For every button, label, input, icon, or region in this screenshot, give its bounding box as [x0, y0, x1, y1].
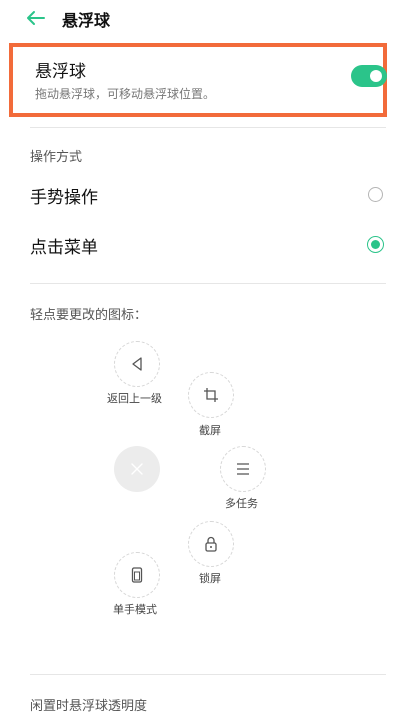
- back-icon-caption: 返回上一级: [107, 392, 162, 405]
- lock-icon-caption: 锁屏: [199, 572, 221, 585]
- tap-menu-radio[interactable]: [367, 236, 384, 253]
- radio-selected-dot: [371, 240, 380, 249]
- gesture-radio[interactable]: [368, 187, 383, 202]
- opacity-section-label: 闲置时悬浮球透明度: [30, 699, 148, 714]
- one-hand-mode-icon-button[interactable]: [114, 552, 160, 598]
- back-icon-button[interactable]: [114, 341, 160, 387]
- back-triangle-icon: [132, 357, 142, 371]
- floating-ball-setting-row[interactable]: 悬浮球 拖动悬浮球，可移动悬浮球位置。: [9, 43, 387, 117]
- option-gesture-label: 手势操作: [30, 188, 98, 208]
- floating-ball-toggle[interactable]: [351, 65, 387, 87]
- back-button[interactable]: [22, 6, 48, 30]
- screenshot-icon-caption: 截屏: [199, 424, 221, 437]
- back-arrow-icon: [27, 11, 45, 25]
- floating-ball-row-title: 悬浮球: [35, 62, 86, 82]
- divider: [30, 127, 386, 128]
- lock-icon-button[interactable]: [188, 521, 234, 567]
- lock-icon: [205, 536, 217, 552]
- menu-lines-icon: [237, 463, 249, 475]
- one-hand-mode-icon-caption: 单手模式: [113, 603, 157, 616]
- option-tap-menu-label: 点击菜单: [30, 238, 98, 258]
- center-floating-ball[interactable]: [114, 446, 160, 492]
- divider: [30, 674, 386, 675]
- toggle-knob: [370, 70, 382, 82]
- icons-section-label: 轻点要更改的图标：: [30, 308, 148, 323]
- option-tap-menu[interactable]: 点击菜单: [0, 226, 404, 264]
- floating-ball-row-description: 拖动悬浮球，可移动悬浮球位置。: [35, 87, 216, 101]
- screenshot-icon-button[interactable]: [188, 372, 234, 418]
- phone-icon: [131, 567, 143, 583]
- option-gesture[interactable]: 手势操作: [0, 176, 404, 214]
- crop-icon: [204, 388, 218, 402]
- multitask-icon-caption: 多任务: [225, 497, 258, 510]
- close-icon: [131, 463, 143, 475]
- operation-section-label: 操作方式: [30, 150, 83, 165]
- page-title: 悬浮球: [62, 11, 111, 30]
- multitask-icon-button[interactable]: [220, 446, 266, 492]
- divider: [30, 283, 386, 284]
